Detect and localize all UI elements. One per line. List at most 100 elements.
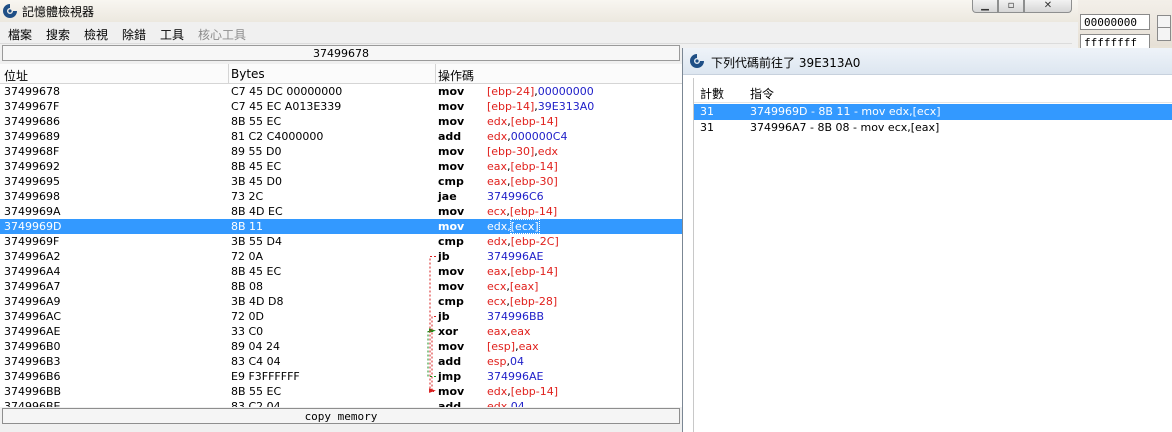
operand-register: [ebp-14] [510,160,558,173]
operand-register: edx [487,235,508,248]
menu-tools[interactable]: 工具 [160,26,184,43]
row-bytes: 8B 08 [231,280,264,293]
row-operands: 374996AE [487,369,543,384]
row-address: 37499698 [4,190,60,203]
disasm-row[interactable]: 3749967F C7 45 EC A013E339 mov [ebp-14],39E… [0,99,682,114]
access-instruction: 3749969D - 8B 11 - mov edx,[ecx] [750,105,941,118]
row-bytes: 8B 11 [231,220,264,233]
disasm-row[interactable]: 374996A7 8B 08 mov ecx,[eax] [0,279,682,294]
row-address: 3749968F [4,145,60,158]
jump-target-arrow-icon: ► [429,386,436,396]
access-row[interactable]: 31 3749969D - 8B 11 - mov edx,[ecx] [694,104,1172,120]
disasm-row[interactable]: 37499692 8B 45 EC mov eax,[ebp-14] [0,159,682,174]
column-address[interactable]: 位址 [4,67,28,84]
disasm-row[interactable]: 37499678 C7 45 DC 00000000 mov [ebp-24],000… [0,84,682,99]
row-address: 374996B6 [4,370,61,383]
current-address: 37499678 [313,47,369,60]
row-mnemonic: add [438,355,462,368]
row-operands: eax,[ebp-30] [487,174,558,189]
row-mnemonic: mov [438,145,465,158]
disasm-row[interactable]: 37499695 3B 45 D0 cmp eax,[ebp-30] [0,174,682,189]
row-bytes: 33 C0 [231,325,264,338]
row-bytes: 72 0A [231,250,264,263]
menu-view[interactable]: 檢視 [84,26,108,43]
column-opcode[interactable]: 操作碼 [438,67,474,84]
row-address: 3749969A [4,205,61,218]
menu-file[interactable]: 檔案 [8,26,32,43]
row-bytes: 81 C2 C4000000 [231,130,324,143]
operand-register: edx [487,130,508,143]
row-operands: edx,[ebp-2C] [487,234,559,249]
disasm-row[interactable]: 374996A2 72 0A jb 374996AE [0,249,682,264]
close-button[interactable]: ✕ [1024,0,1072,13]
disasm-row[interactable]: 37499686 8B 55 EC mov edx,[ebp-14] [0,114,682,129]
access-count: 31 [700,121,714,134]
row-mnemonic: mov [438,340,465,353]
row-address: 3749969F [4,235,60,248]
access-list: 計數 指令 31 3749969D - 8B 11 - mov edx,[ecx… [693,78,1172,432]
disasm-row[interactable]: 374996AC 72 0D jb 374996BB [0,309,682,324]
operand-register: edx [487,400,508,407]
disasm-row[interactable]: 374996A4 8B 45 EC mov eax,[ebp-14] [0,264,682,279]
disasm-row[interactable]: 374996BB 8B 55 EC mov edx,[ebp-14] ► [0,384,682,399]
disasm-row[interactable]: 3749969F 3B 55 D4 cmp edx,[ebp-2C] [0,234,682,249]
copy-memory-bar[interactable]: copy memory [2,408,680,424]
row-mnemonic: mov [438,100,465,113]
operand-register: edx [487,220,508,233]
access-count: 31 [700,105,714,118]
copy-memory-label: copy memory [304,410,378,423]
column-count[interactable]: 計數 [700,85,724,102]
row-mnemonic: cmp [438,175,464,188]
disasm-row[interactable]: 374996A9 3B 4D D8 cmp ecx,[ebp-28] [0,294,682,309]
row-bytes: 89 04 24 [231,340,280,353]
row-operands: 374996C6 [487,189,544,204]
current-address-bar[interactable]: 37499678 [2,45,680,61]
row-operands: [ebp-24],00000000 [487,84,594,99]
row-bytes: 83 C4 04 [231,355,281,368]
app-icon [3,4,17,18]
maximize-button[interactable]: ▫ [998,0,1024,13]
operand-register: [ebp-30] [510,175,558,188]
disasm-row[interactable]: 3749969D 8B 11 mov edx,[ecx] [0,219,682,234]
menu-debug[interactable]: 除錯 [122,26,146,43]
operand-value: 374996BB [487,310,545,323]
row-operands: ecx,[ebp-28] [487,294,557,309]
row-address: 374996BB [4,385,62,398]
row-address: 37499689 [4,130,60,143]
disasm-row[interactable]: 374996B0 89 04 24 mov [esp],eax [0,339,682,354]
disasm-row[interactable]: 374996B3 83 C4 04 add esp,04 [0,354,682,369]
column-divider[interactable] [435,64,436,83]
operand-register: eax [487,265,508,278]
row-operands: [ebp-14],39E313A0 [487,99,594,114]
access-row[interactable]: 31 374996A7 - 8B 08 - mov ecx,[eax] [694,120,1172,136]
operand-value: 374996AE [487,370,544,383]
operand-register: [ebp-14] [510,265,558,278]
row-bytes: 3B 55 D4 [231,235,283,248]
title-bar: 記憶體檢視器 ▁ ▫ ✕ [0,0,1078,22]
row-bytes: 3B 4D D8 [231,295,284,308]
operand-register: [ecx] [509,219,540,234]
column-bytes[interactable]: Bytes [231,67,265,81]
disasm-row[interactable]: 3749969A 8B 4D EC mov ecx,[ebp-14] [0,204,682,219]
disasm-row[interactable]: 374996B6 E9 F3FFFFFF jmp 374996AE [0,369,682,384]
row-operands: eax,eax [487,324,531,339]
column-instruction[interactable]: 指令 [750,85,774,102]
row-bytes: 83 C2 04 [231,400,281,407]
access-list-header: 計數 指令 [694,80,1172,103]
disassembly-header: 位址 Bytes 操作碼 [0,64,682,84]
disasm-row[interactable]: 37499698 73 2C jae 374996C6 [0,189,682,204]
row-operands: ecx,[eax] [487,279,538,294]
row-bytes: 73 2C [231,190,264,203]
disasm-row[interactable]: 37499689 81 C2 C4000000 add edx,000000C4 [0,129,682,144]
disasm-row[interactable]: 374996BE 83 C2 04 add edx,04 [0,399,682,407]
minimize-button[interactable]: ▁ [972,0,998,13]
menu-search[interactable]: 搜索 [46,26,70,43]
disasm-row[interactable]: 3749968F 89 55 D0 mov [ebp-30],edx [0,144,682,159]
row-address: 374996AC [4,310,62,323]
row-operands: eax,[ebp-14] [487,264,558,279]
disasm-row[interactable]: 374996AE 33 C0 xor eax,eax ► [0,324,682,339]
row-address: 3749967F [4,100,60,113]
disassembly-view[interactable]: 位址 Bytes 操作碼 37499678 C7 45 DC 00000000 mo… [0,64,682,407]
menu-kernel-tools[interactable]: 核心工具 [198,26,246,43]
column-divider[interactable] [228,64,229,83]
